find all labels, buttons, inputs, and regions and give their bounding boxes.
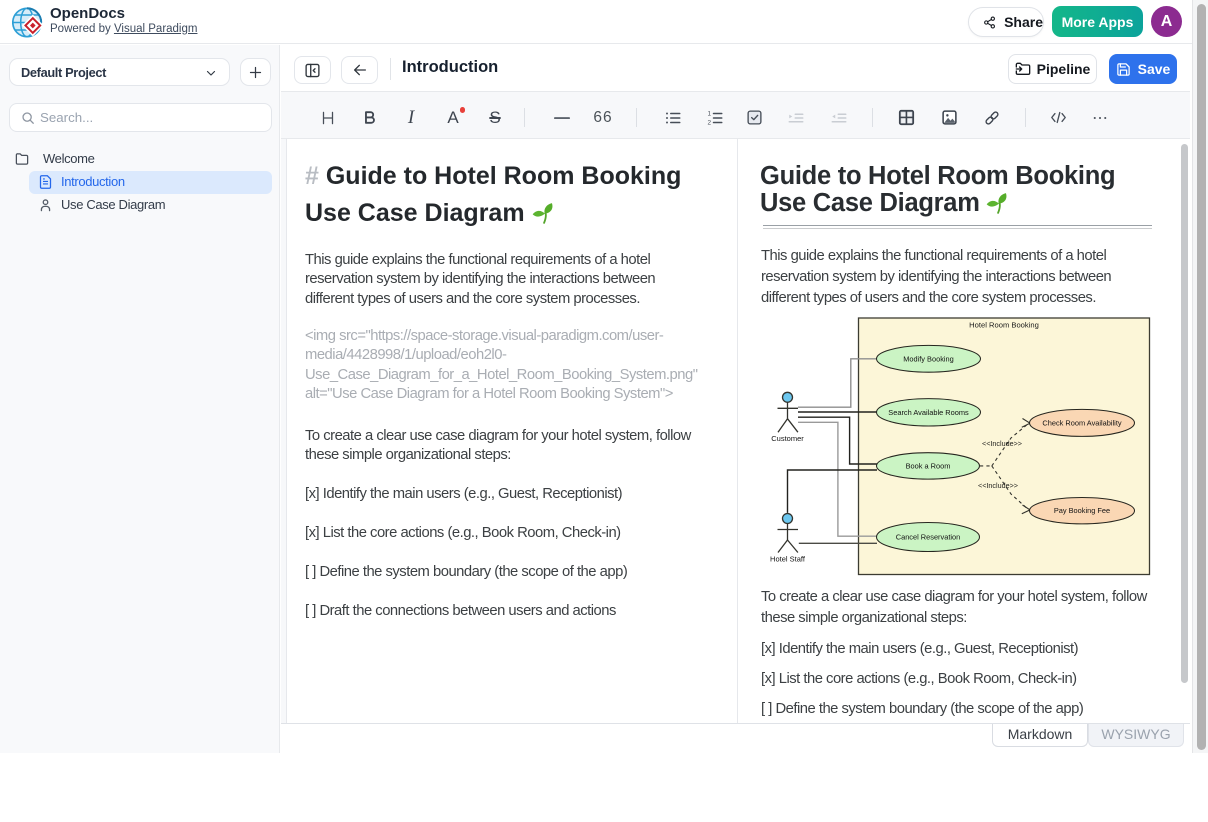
svg-text:Pay Booking Fee: Pay Booking Fee	[1053, 506, 1109, 515]
svg-text:<<Include>>: <<Include>>	[978, 481, 1018, 490]
svg-text:Modify Booking: Modify Booking	[903, 354, 954, 363]
svg-text:Customer: Customer	[771, 434, 804, 443]
svg-text:<<Include>>: <<Include>>	[982, 439, 1022, 448]
svg-text:Cancel Reservation: Cancel Reservation	[895, 533, 960, 542]
svg-text:1: 1	[708, 110, 712, 117]
svg-text:2: 2	[708, 119, 712, 126]
svg-text:Check Room Availability: Check Room Availability	[1042, 418, 1121, 427]
svg-text:Search Available Rooms: Search Available Rooms	[888, 408, 969, 417]
svg-text:Book a Room: Book a Room	[905, 461, 950, 470]
svg-text:Hotel Room Booking: Hotel Room Booking	[969, 321, 1039, 330]
svg-text:Hotel Staff: Hotel Staff	[770, 555, 806, 564]
